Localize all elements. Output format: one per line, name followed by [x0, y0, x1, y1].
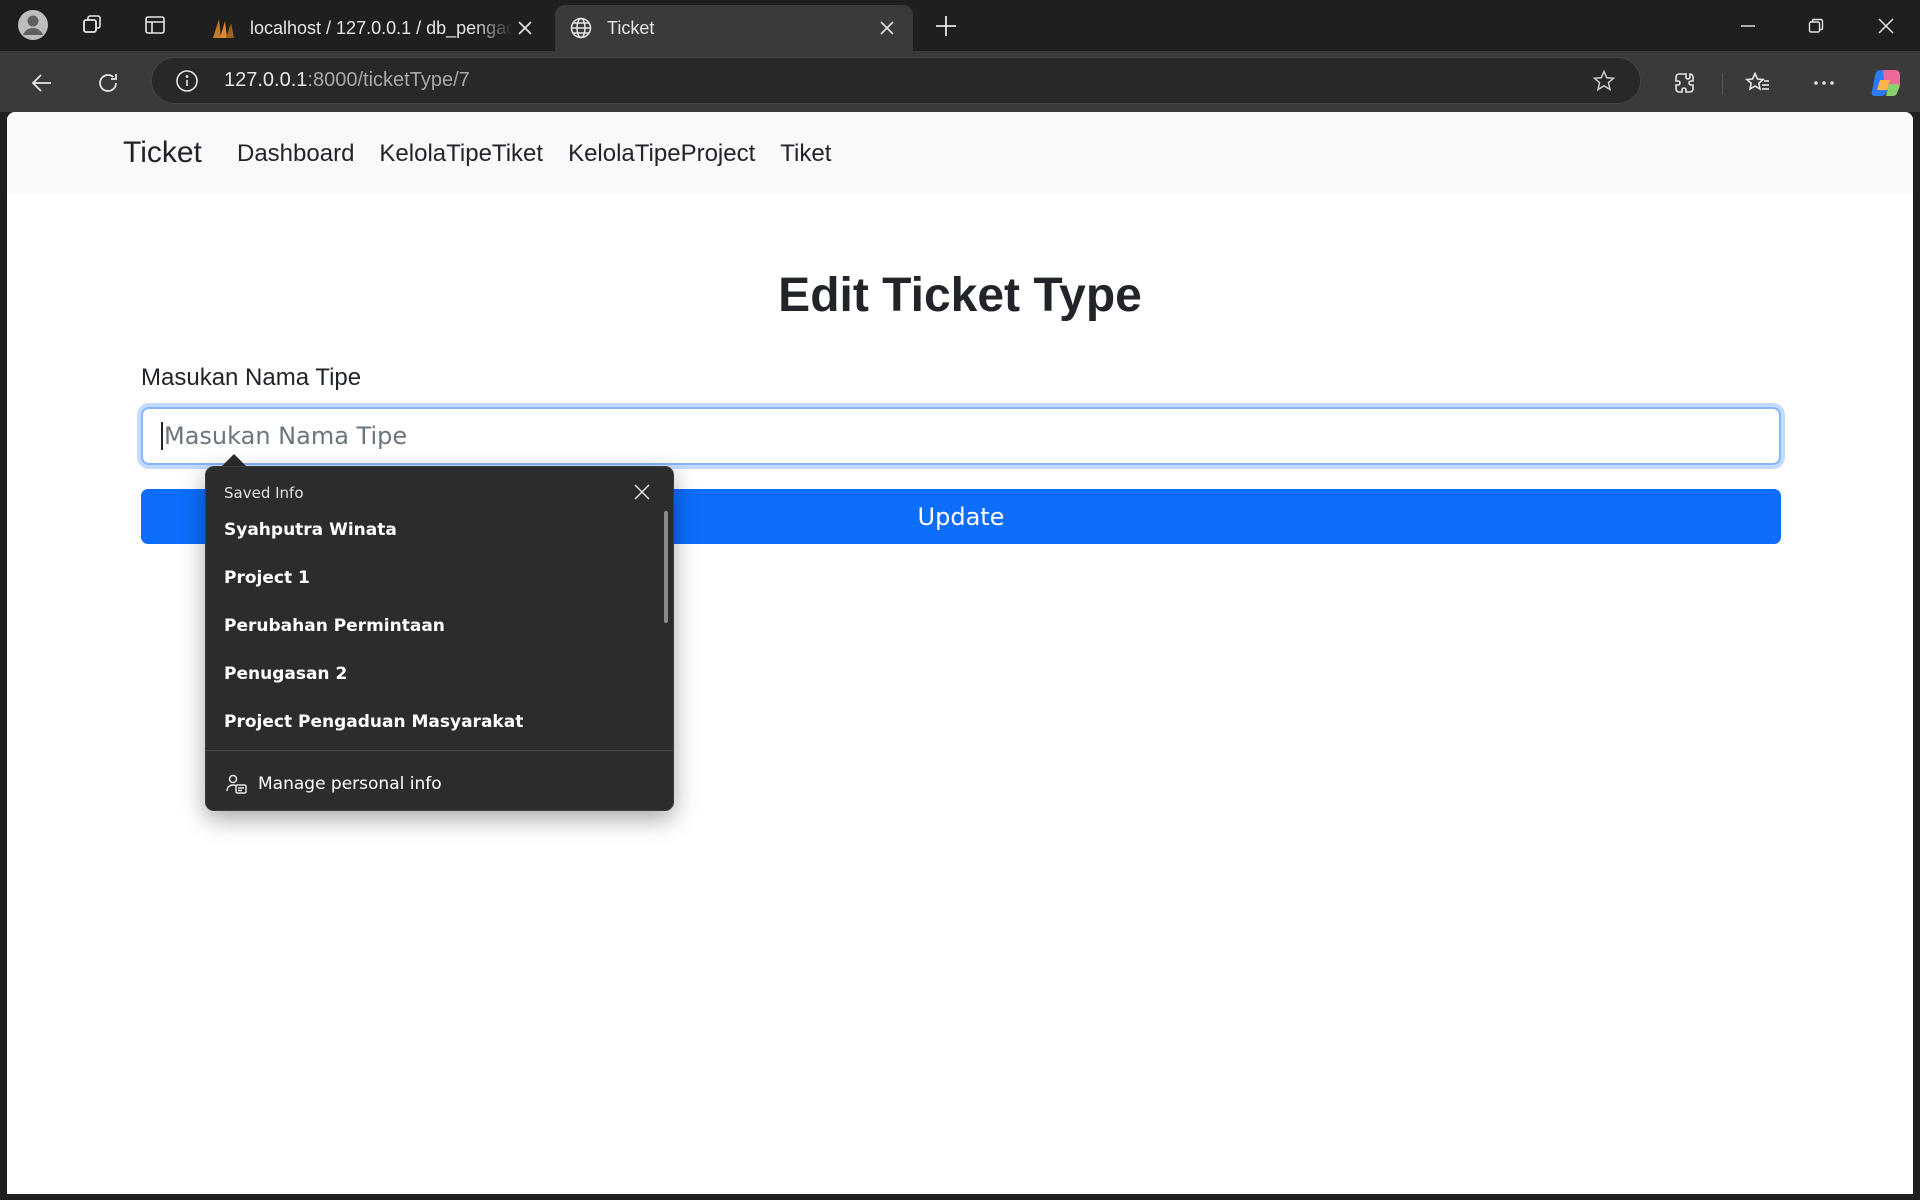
profile-icon[interactable]: [15, 8, 51, 42]
autofill-item[interactable]: Project Pengaduan Masyarakat: [224, 712, 523, 732]
address-bar[interactable]: 127.0.0.1:8000/ticketType/7: [151, 57, 1641, 104]
nav-link-kelola-tipe-project[interactable]: KelolaTipeProject: [568, 140, 755, 168]
navbar: Ticket Dashboard KelolaTipeTiket KelolaT…: [7, 112, 1913, 194]
close-icon[interactable]: [631, 481, 653, 503]
minimize-icon[interactable]: [1714, 0, 1782, 51]
phpmyadmin-icon: [212, 16, 236, 40]
refresh-icon[interactable]: [88, 63, 128, 103]
site-info-icon[interactable]: [172, 66, 202, 96]
autofill-header: Saved Info: [224, 484, 304, 502]
autofill-scrollbar[interactable]: [664, 511, 668, 623]
type-name-label: Masukan Nama Tipe: [141, 364, 362, 391]
toolbar-divider: [1722, 73, 1723, 95]
back-icon[interactable]: [22, 63, 62, 103]
favorites-icon[interactable]: [1738, 63, 1778, 103]
autofill-popup: Saved Info Syahputra Winata Project 1 Pe…: [205, 466, 674, 811]
nav-link-tiket[interactable]: Tiket: [780, 140, 831, 168]
nav-links: Dashboard KelolaTipeTiket KelolaTipeProj…: [237, 140, 831, 168]
type-name-input[interactable]: Masukan Nama Tipe: [141, 407, 1781, 465]
close-window-icon[interactable]: [1852, 0, 1920, 51]
workspaces-icon[interactable]: [74, 8, 110, 42]
favorite-star-icon[interactable]: [1590, 67, 1618, 95]
autofill-item[interactable]: Project 1: [224, 568, 310, 588]
extensions-icon[interactable]: [1665, 63, 1705, 103]
browser-toolbar: 127.0.0.1:8000/ticketType/7: [0, 51, 1920, 112]
tab-phpmyadmin[interactable]: localhost / 127.0.0.1 / db_pengaduan: [198, 5, 551, 51]
tab-actions-icon[interactable]: [137, 8, 173, 42]
navbar-brand[interactable]: Ticket: [123, 136, 202, 170]
close-tab-icon[interactable]: [513, 16, 537, 40]
personal-info-icon: [224, 772, 248, 796]
close-tab-icon[interactable]: [875, 16, 899, 40]
page-title: Edit Ticket Type: [778, 269, 1142, 322]
tab-title: Ticket: [607, 17, 655, 38]
nav-link-kelola-tipe-tiket[interactable]: KelolaTipeTiket: [379, 140, 543, 168]
manage-personal-info-label: Manage personal info: [258, 774, 442, 794]
manage-personal-info-link[interactable]: Manage personal info: [224, 772, 442, 796]
restore-icon[interactable]: [1782, 0, 1850, 51]
text-caret: [161, 422, 163, 450]
autofill-divider: [206, 750, 673, 751]
tab-title: localhost / 127.0.0.1 / db_pengaduan: [250, 17, 513, 38]
address-url: 127.0.0.1:8000/ticketType/7: [224, 69, 470, 91]
browser-tab-bar: localhost / 127.0.0.1 / db_pengaduan Tic…: [0, 0, 1920, 51]
autofill-item[interactable]: Perubahan Permintaan: [224, 616, 445, 636]
nav-link-dashboard[interactable]: Dashboard: [237, 140, 354, 168]
new-tab-button[interactable]: [928, 8, 964, 44]
type-name-placeholder: Masukan Nama Tipe: [164, 422, 408, 450]
autofill-item[interactable]: Syahputra Winata: [224, 520, 397, 540]
tab-ticket[interactable]: Ticket: [555, 5, 913, 51]
autofill-item[interactable]: Penugasan 2: [224, 664, 347, 684]
globe-icon: [569, 16, 593, 40]
copilot-icon[interactable]: [1866, 63, 1906, 103]
more-options-icon[interactable]: [1804, 63, 1844, 103]
